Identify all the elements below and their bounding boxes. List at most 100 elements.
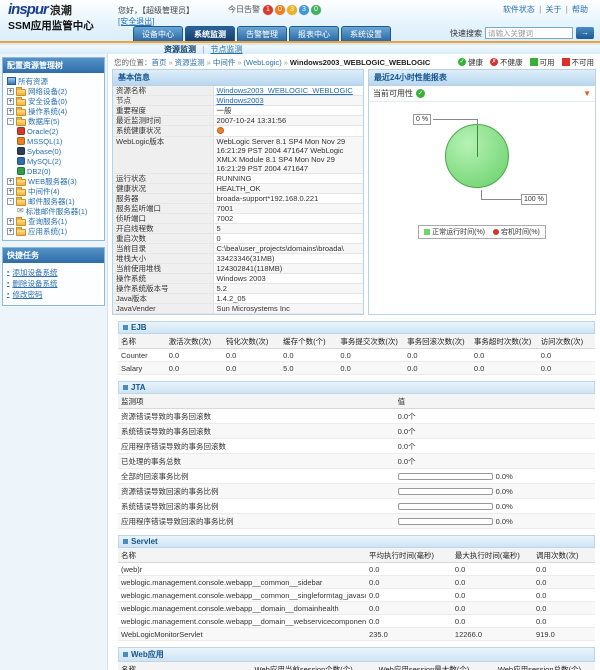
tree-item-4[interactable]: -数据库(5) — [5, 116, 103, 126]
tab-0[interactable]: 设备中心 — [133, 26, 183, 41]
tree-item-0[interactable]: 所有资源 — [5, 76, 103, 86]
breadcrumb-link-0[interactable]: 首页 — [152, 58, 167, 67]
tree-expander-icon[interactable]: - — [7, 118, 14, 125]
info-value: Windows 2003 — [213, 274, 363, 284]
tree-expander-icon[interactable]: + — [7, 218, 14, 225]
tree-expander-icon[interactable]: + — [7, 178, 14, 185]
quick-search: 快速搜索 → — [450, 27, 594, 39]
alarm-badge-1[interactable]: 0 — [275, 5, 285, 15]
info-value-link[interactable]: Windows2003_WEBLOGIC_WEBLOGIC — [217, 86, 353, 95]
legend-label: 不健康 — [500, 57, 523, 68]
top-link-2[interactable]: 帮助 — [572, 5, 588, 14]
mail-icon: ✉ — [17, 207, 24, 215]
tree-item-2[interactable]: +安全设备(0) — [5, 96, 103, 106]
tree-item-5[interactable]: Oracle(2) — [5, 126, 103, 136]
folder-icon — [16, 189, 26, 196]
table-header-row: 名称平均执行时间(毫秒)最大执行时间(毫秒)调用次数(次) — [118, 548, 595, 563]
column-header: 名称 — [118, 334, 166, 349]
progress-value: 0.0% — [496, 472, 513, 481]
info-row-12: 重启次数0 — [113, 234, 363, 244]
tree-expander-icon[interactable]: + — [7, 88, 14, 95]
info-row-11: 开启线程数5 — [113, 224, 363, 234]
cell: 0.0 — [337, 349, 404, 362]
tab-4[interactable]: 系统设置 — [341, 26, 391, 41]
top-links: 软件状态 | 关于 | 帮助 — [501, 4, 590, 15]
quick-task-0[interactable]: ▪添加设备系统 — [7, 267, 100, 278]
tree-item-13[interactable]: ✉标准邮件服务器(1) — [5, 206, 103, 216]
brand-logo: inspur — [8, 1, 48, 18]
top-link-separator: | — [563, 5, 570, 14]
info-row-10: 侦听端口7002 — [113, 214, 363, 224]
row-name: 已处理的事务总数 — [118, 454, 395, 469]
basic-info-table: 资源名称Windows2003_WEBLOGIC_WEBLOGIC节点Windo… — [113, 86, 363, 314]
search-go-button[interactable]: → — [576, 27, 594, 39]
cell: 0.0 — [471, 362, 538, 375]
tree-item-7[interactable]: Sybase(0) — [5, 146, 103, 156]
info-value-link[interactable]: Windows2003 — [217, 96, 264, 105]
tree-item-1[interactable]: +网络设备(2) — [5, 86, 103, 96]
row-name: 应用程序错误导致的事务回滚数 — [118, 439, 395, 454]
info-value — [213, 126, 363, 137]
search-input[interactable] — [485, 27, 573, 39]
pie-legend: 正常运行时间(%)宕机时间(%) — [418, 225, 546, 239]
top-link-1[interactable]: 关于 — [545, 5, 561, 14]
tree-item-3[interactable]: +操作系统(4) — [5, 106, 103, 116]
db-brand-icon — [17, 157, 25, 165]
filter-icon[interactable]: ▼ — [583, 90, 591, 98]
tab-2[interactable]: 告警管理 — [237, 26, 287, 41]
tree-item-15[interactable]: +应用系统(1) — [5, 226, 103, 236]
row-name: 全部的回滚事务比例 — [118, 469, 395, 484]
computer-icon — [7, 77, 16, 85]
section-header-ejb: EJB — [118, 321, 595, 334]
tree-expander-icon[interactable]: + — [7, 108, 14, 115]
tree-expander-icon[interactable]: + — [7, 98, 14, 105]
nav-tab-bar: 设备中心系统监测告警管理报表中心系统设置 快速搜索 → — [0, 26, 600, 43]
tree-item-8[interactable]: MySQL(2) — [5, 156, 103, 166]
alarm-badge-0[interactable]: 1 — [263, 5, 273, 15]
breadcrumb-link-3[interactable]: (WebLogic) — [244, 58, 282, 67]
cell: 0.0 — [366, 563, 452, 576]
table-row: 资源错误导致回滚的事务比例0.0% — [118, 484, 595, 499]
table-row: 已处理的事务总数0.0个 — [118, 454, 595, 469]
subnav-link-0[interactable]: 资源监测 — [164, 45, 196, 54]
section-bullet-icon — [123, 652, 128, 657]
sidebar: 配置资源管理树 所有资源+网络设备(2)+安全设备(0)+操作系统(4)-数据库… — [0, 54, 108, 670]
cell: 919.0 — [533, 628, 595, 641]
tree-item-11[interactable]: +中间件(4) — [5, 186, 103, 196]
tab-1[interactable]: 系统监测 — [185, 26, 235, 41]
cell: 0.0 — [533, 589, 595, 602]
tree-item-10[interactable]: +WEB服务器(3) — [5, 176, 103, 186]
legend-item-1: ✗不健康 — [490, 57, 523, 68]
tree-item-label: MySQL(2) — [27, 157, 61, 166]
availability-ok-icon: ✓ — [416, 89, 425, 98]
progress-value: 0.0% — [496, 517, 513, 526]
quick-task-1[interactable]: ▪删除设备系统 — [7, 278, 100, 289]
alarm-badge-2[interactable]: 3 — [287, 5, 297, 15]
folder-icon — [16, 89, 26, 96]
alarm-badge-4[interactable]: 0 — [311, 5, 321, 15]
tree-expander-icon[interactable]: + — [7, 228, 14, 235]
tree-item-6[interactable]: MSSQL(1) — [5, 136, 103, 146]
table-row: weblogic.management.console.webapp__doma… — [118, 602, 595, 615]
cell: 235.0 — [366, 628, 452, 641]
folder-icon — [16, 179, 26, 186]
subnav-link-1[interactable]: 节点监测 — [211, 45, 243, 54]
breadcrumb-link-1[interactable]: 资源监测 — [175, 58, 205, 67]
tab-3[interactable]: 报表中心 — [289, 26, 339, 41]
top-link-0[interactable]: 软件状态 — [503, 5, 535, 14]
tree-item-9[interactable]: DB2(0) — [5, 166, 103, 176]
info-value: 5.2 — [213, 284, 363, 294]
breadcrumb-link-2[interactable]: 中间件 — [213, 58, 236, 67]
column-header: 缓存个数(个) — [280, 334, 337, 349]
tree-item-14[interactable]: +查询服务(1) — [5, 216, 103, 226]
tree-expander-icon[interactable]: + — [7, 188, 14, 195]
info-key: WebLogic版本 — [113, 137, 213, 174]
breadcrumb-separator: » — [169, 58, 173, 67]
tree-item-12[interactable]: -邮件服务器(1) — [5, 196, 103, 206]
quick-task-2[interactable]: ▪修改密码 — [7, 289, 100, 300]
alarm-badge-3[interactable]: 3 — [299, 5, 309, 15]
info-row-16: 操作系统Windows 2003 — [113, 274, 363, 284]
tree-expander-icon[interactable]: - — [7, 198, 14, 205]
table-row: 资源错误导致的事务回滚数0.0个 — [118, 409, 595, 424]
quick-task-label: 修改密码 — [12, 289, 42, 300]
